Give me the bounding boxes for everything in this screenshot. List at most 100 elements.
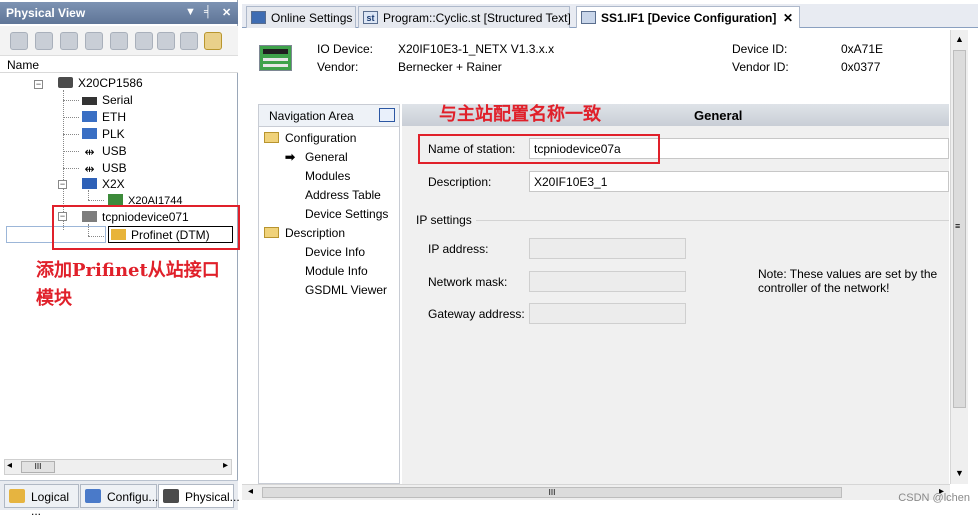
ip-address-label: IP address:: [428, 242, 489, 256]
nav-item-module-info[interactable]: Module Info: [305, 264, 368, 278]
annotation-text: 添加Prifinet从站接口模块: [36, 260, 220, 309]
tab-physical[interactable]: Physical...: [158, 484, 240, 508]
tree-node-usb-1[interactable]: ⇹ USB: [82, 143, 126, 159]
pin-icon[interactable]: ╡: [204, 6, 212, 18]
physical-view-icon: [163, 489, 179, 503]
scroll-right-icon[interactable]: ▸: [223, 460, 228, 471]
usb-icon: ⇹: [84, 145, 95, 159]
structured-text-icon: st: [363, 11, 378, 24]
nav-item-configuration[interactable]: Configuration: [264, 131, 356, 145]
toolbar-icon-7[interactable]: [157, 32, 175, 50]
device-id-value: 0xA71E: [841, 42, 884, 56]
device-header: IO Device: X20IF10E3-1_NETX V1.3.x.x Ven…: [243, 30, 949, 94]
nav-item-device-settings[interactable]: Device Settings: [305, 207, 388, 221]
vendor-id-label: Vendor ID:: [732, 60, 789, 74]
x2x-bus-icon: [82, 178, 97, 189]
module-icon: [108, 194, 123, 205]
highlight-box: [418, 134, 660, 164]
powerlink-icon: [82, 128, 97, 139]
tree-node-serial[interactable]: Serial: [82, 92, 133, 108]
tab-logical[interactable]: Logical ...: [4, 484, 79, 518]
scroll-left-icon[interactable]: ◂: [7, 460, 12, 471]
device-config-icon: [581, 11, 596, 24]
folder-open-icon: [264, 227, 279, 238]
tab-cyclic-st[interactable]: st Program::Cyclic.st [Structured Text]: [358, 6, 571, 28]
tree-node-plk[interactable]: PLK: [82, 126, 125, 142]
toolbar-icon-6[interactable]: [135, 32, 153, 50]
toolbar-icon-4[interactable]: [85, 32, 103, 50]
close-tab-icon[interactable]: ✕: [783, 11, 793, 25]
toolbar-icon-2[interactable]: [35, 32, 53, 50]
tab-device-configuration[interactable]: SS1.IF1 [Device Configuration] ✕: [576, 6, 800, 28]
nav-item-gsdml-viewer[interactable]: GSDML Viewer: [305, 283, 387, 297]
close-icon[interactable]: ✕: [222, 6, 231, 19]
dropdown-icon[interactable]: ▼: [185, 6, 196, 18]
nav-item-description[interactable]: Description: [264, 226, 345, 240]
name-column-header[interactable]: Name: [0, 56, 238, 73]
group-divider: [416, 220, 949, 221]
physical-view-panel: Physical View ▼ ╡ ✕ Name − − − X20CP1586…: [0, 0, 240, 518]
scroll-thumb[interactable]: III: [21, 461, 55, 473]
network-mask-label: Network mask:: [428, 275, 508, 289]
tree-node-x2x[interactable]: X2X: [82, 176, 125, 192]
section-title: General: [694, 108, 743, 123]
serial-port-icon: [82, 97, 97, 105]
annotation-text: 与主站配置名称一致: [439, 104, 601, 125]
gateway-address-input[interactable]: [529, 303, 686, 324]
scroll-up-icon[interactable]: ▲: [955, 34, 964, 44]
network-mask-input[interactable]: [529, 271, 686, 292]
ip-settings-label: IP settings: [416, 213, 476, 227]
vendor-id-value: 0x0377: [841, 60, 881, 74]
toolbar-icon-5[interactable]: [110, 32, 128, 50]
usb-icon: ⇹: [84, 162, 95, 176]
gateway-address-label: Gateway address:: [428, 307, 525, 321]
watermark: CSDN @lchen: [898, 492, 970, 504]
navigation-title: Navigation Area: [259, 105, 399, 127]
tree-node-cpu[interactable]: X20CP1586: [58, 75, 143, 91]
panel-title: Physical View: [6, 6, 86, 20]
wizard-icon[interactable]: [204, 32, 222, 50]
nav-item-device-info[interactable]: Device Info: [305, 245, 365, 259]
network-note: Note: These values are set by the contro…: [758, 267, 938, 295]
highlight-box: [52, 205, 240, 250]
horizontal-scrollbar[interactable]: ◂ III ▸: [242, 484, 950, 500]
tree-node-eth[interactable]: ETH: [82, 109, 126, 125]
navigation-area: Navigation Area Configuration ➡ General M…: [258, 104, 400, 484]
scroll-left-icon[interactable]: ◂: [248, 486, 253, 497]
tree-collapse-toggle[interactable]: −: [58, 180, 67, 189]
nav-item-general[interactable]: ➡ General: [285, 150, 348, 164]
panel-title-bar: Physical View ▼ ╡ ✕: [0, 2, 238, 24]
tree-node-usb-2[interactable]: ⇹ USB: [82, 160, 126, 176]
navigation-toggle-icon[interactable]: [379, 108, 395, 122]
tab-configuration[interactable]: Configu...: [80, 484, 158, 508]
vendor-label: Vendor:: [317, 60, 359, 74]
panel-bottom-tabs: Logical ... Configu... Physical...: [0, 480, 240, 518]
scroll-down-icon[interactable]: ▼: [955, 468, 964, 478]
scroll-thumb[interactable]: ≡: [953, 50, 966, 408]
horizontal-scrollbar[interactable]: ◂ III ▸: [4, 459, 232, 475]
device-id-label: Device ID:: [732, 42, 788, 56]
description-input[interactable]: X20IF10E3_1: [529, 171, 949, 192]
toolbar-icon-8[interactable]: [180, 32, 198, 50]
scroll-thumb[interactable]: III: [262, 487, 842, 498]
logical-view-icon: [9, 489, 25, 503]
ip-address-input[interactable]: [529, 238, 686, 259]
tab-online-settings[interactable]: Online Settings: [246, 6, 356, 28]
arrow-right-icon: ➡: [285, 150, 296, 164]
tree-collapse-toggle[interactable]: −: [34, 80, 43, 89]
nav-item-modules[interactable]: Modules: [305, 169, 350, 183]
configuration-view-icon: [85, 489, 101, 503]
vendor-value: Bernecker + Rainer: [398, 60, 502, 74]
cpu-icon: [58, 77, 73, 88]
toolbar-icon-1[interactable]: [10, 32, 28, 50]
nav-item-address-table[interactable]: Address Table: [305, 188, 381, 202]
description-label: Description:: [428, 175, 492, 189]
ethernet-icon: [82, 111, 97, 122]
vertical-scrollbar[interactable]: ▲ ≡ ▼: [950, 30, 968, 484]
panel-toolbar: [0, 26, 238, 56]
io-device-value: X20IF10E3-1_NETX V1.3.x.x: [398, 42, 555, 56]
device-image-icon: [259, 45, 292, 71]
folder-open-icon: [264, 132, 279, 143]
toolbar-icon-3[interactable]: [60, 32, 78, 50]
io-device-label: IO Device:: [317, 42, 374, 56]
